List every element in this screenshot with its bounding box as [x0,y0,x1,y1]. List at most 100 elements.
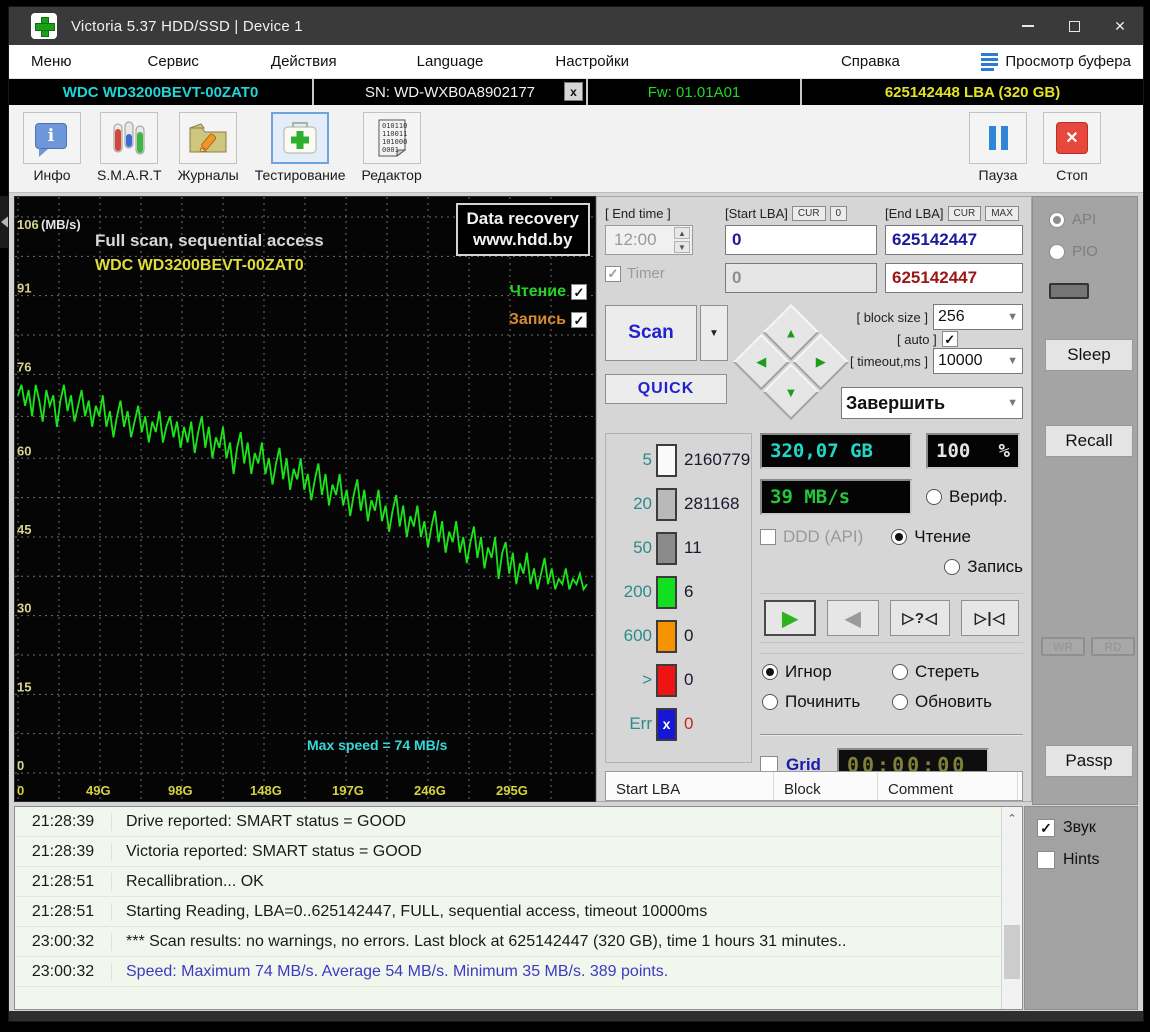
write-curve-checkbox[interactable]: ✓ [571,312,587,328]
maximize-button[interactable] [1051,7,1097,45]
device-close-button[interactable]: x [564,82,583,101]
seek-end-button[interactable]: ▷|◁ [961,600,1019,636]
minimize-button[interactable] [1005,7,1051,45]
end-lba-cur-button[interactable]: CUR [948,206,982,221]
seek-question-button[interactable]: ▷?◁ [890,600,950,636]
svg-text:148G: 148G [250,783,282,798]
sound-checkbox[interactable]: ✓ [1037,819,1055,837]
pio-label: PIO [1072,243,1098,260]
log-entry[interactable]: 23:00:32*** Scan results: no warnings, n… [15,927,1001,957]
action-erase-radio[interactable] [892,664,908,680]
menu-menu[interactable]: Меню [31,53,72,70]
end-time-spinner[interactable]: 12:00 ▲ ▼ [605,225,693,255]
column-comment[interactable]: Comment [878,772,1018,800]
block-size-select[interactable]: 256 ▼ [933,304,1023,330]
read-curve-label: Чтение [510,283,566,301]
log-entry[interactable]: 21:28:39Drive reported: SMART status = G… [15,807,1001,837]
pio-radio[interactable] [1049,244,1065,260]
log-message: Recallibration... OK [111,873,1001,891]
start-lba-cur-button[interactable]: CUR [792,206,826,221]
wr-button[interactable]: WR [1041,637,1085,656]
timer-end-input[interactable]: 625142447 [885,263,1023,293]
auto-checkbox[interactable]: ✓ [942,331,958,347]
passp-button[interactable]: Passp [1045,745,1133,777]
sleep-button[interactable]: Sleep [1045,339,1133,371]
progress-lcd: 100 % [926,433,1020,469]
menu-settings[interactable]: Настройки [555,53,629,70]
device-serial: SN: WD-WXB0A8902177 x [314,79,586,105]
minimize-icon [1022,25,1034,27]
start-lba-zero-button[interactable]: 0 [830,206,848,221]
column-start-lba[interactable]: Start LBA [606,772,774,800]
mode-verify-radio[interactable] [926,489,942,505]
menu-service[interactable]: Сервис [148,53,199,70]
title-bar: Victoria 5.37 HDD/SSD | Device 1 ✕ [9,7,1143,45]
log-time: 23:00:32 [15,963,111,981]
timer-checkbox[interactable]: ✓ [605,266,621,282]
stop-button[interactable]: ✕ Стоп [1043,112,1101,183]
menu-help[interactable]: Справка [841,53,900,70]
log-message: Drive reported: SMART status = GOOD [111,813,1001,831]
action-repair-label: Починить [785,692,860,712]
close-button[interactable]: ✕ [1097,7,1143,45]
column-block[interactable]: Block [774,772,878,800]
menu-language[interactable]: Language [417,53,484,70]
menu-actions[interactable]: Действия [271,53,337,70]
timeout-select[interactable]: 10000 ▼ [933,348,1023,374]
menu-bar: Меню Сервис Действия Language Настройки … [9,45,1143,79]
api-radio[interactable] [1049,212,1065,228]
log-entry[interactable]: 21:28:51Recallibration... OK [15,867,1001,897]
device-model[interactable]: WDC WD3200BEVT-00ZAT0 [9,79,312,105]
svg-text:110011: 110011 [382,130,407,138]
smart-button[interactable]: S.M.A.R.T [97,112,162,183]
stat-threshold-label: Err [606,714,652,734]
window-title: Victoria 5.37 HDD/SSD | Device 1 [71,18,303,35]
folder-pencil-icon [187,120,229,156]
action-ignore-label: Игнор [785,662,832,682]
block-time-stats: 5216077920281168501120066000>0Errx0 [605,433,752,763]
log-scrollbar[interactable]: ⌃ [1001,807,1022,1009]
scrollbar-thumb[interactable] [1004,925,1020,979]
action-repair-radio[interactable] [762,694,778,710]
pause-button[interactable]: Пауза [969,112,1027,183]
play-forward-button[interactable]: ▶ [764,600,816,636]
back-icon: ◀ [845,606,860,631]
end-lba-label: [End LBA] [885,206,944,221]
svg-text:295G: 295G [496,783,528,798]
spinner-up-icon[interactable]: ▲ [674,227,690,239]
recall-button[interactable]: Recall [1045,425,1133,457]
read-curve-checkbox[interactable]: ✓ [571,284,587,300]
log-time: 21:28:51 [15,873,111,891]
journals-button[interactable]: Журналы [178,112,239,183]
scroll-up-icon[interactable]: ⌃ [1002,807,1022,829]
editor-button[interactable]: 010110 110011 101000 0001 Редактор [361,112,421,183]
scan-dropdown-button[interactable]: ▼ [700,305,728,361]
spinner-down-icon[interactable]: ▼ [674,241,690,253]
finish-action-select[interactable]: Завершить ▼ [841,387,1023,419]
mode-write-radio[interactable] [944,559,960,575]
log-time: 21:28:39 [15,843,111,861]
ddd-checkbox[interactable] [760,529,776,545]
log-entry[interactable]: 21:28:39Victoria reported: SMART status … [15,837,1001,867]
start-lba-input[interactable]: 0 [725,225,877,255]
hints-checkbox[interactable] [1037,851,1055,869]
capacity-lcd: 320,07 GB [760,433,912,469]
rd-button[interactable]: RD [1091,637,1135,656]
info-button[interactable]: i Инфо [23,112,81,183]
mode-read-radio[interactable] [891,529,907,545]
buffer-view-button[interactable]: Просмотр буфера [981,51,1131,73]
end-lba-input[interactable]: 625142447 [885,225,1023,255]
action-ignore-radio[interactable] [762,664,778,680]
end-lba-max-button[interactable]: MAX [985,206,1019,221]
block-size-value: 256 [938,308,965,326]
scan-button[interactable]: Scan [605,305,697,361]
play-backward-button[interactable]: ◀ [827,600,879,636]
action-refresh-radio[interactable] [892,694,908,710]
svg-text:91: 91 [17,281,31,296]
activity-led [1049,283,1089,299]
quick-button[interactable]: QUICK [605,374,727,404]
testing-button[interactable]: Тестирование [255,112,346,183]
log-entry[interactable]: 23:00:32Speed: Maximum 74 MB/s. Average … [15,957,1001,987]
log-entry[interactable]: 21:28:51Starting Reading, LBA=0..6251424… [15,897,1001,927]
green-cross-icon [35,17,53,35]
